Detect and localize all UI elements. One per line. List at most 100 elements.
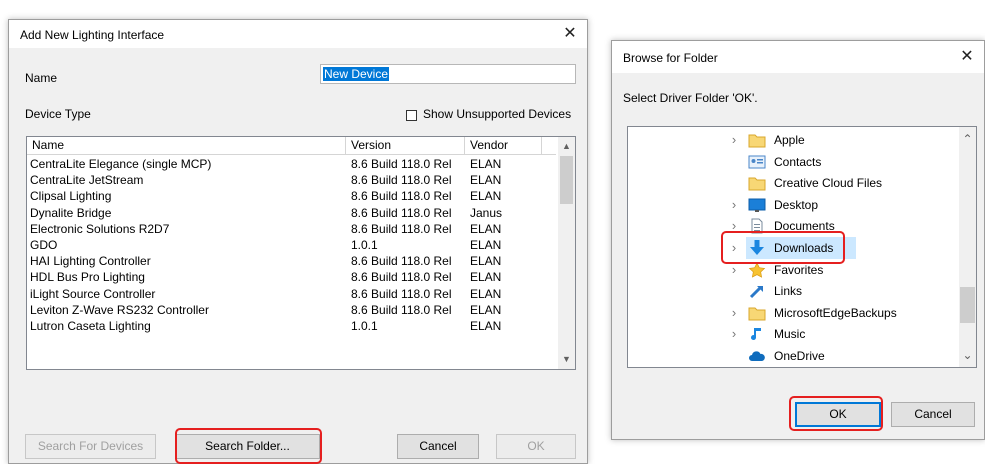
table-row[interactable]: Lutron Caseta Lighting 1.0.1 ELAN <box>27 318 556 334</box>
device-type-label: Device Type <box>25 107 91 121</box>
chevron-right-icon[interactable]: › <box>728 323 740 345</box>
row-version: 8.6 Build 118.0 Rel <box>351 221 452 236</box>
chevron-right-icon[interactable]: › <box>728 129 740 151</box>
row-version: 8.6 Build 118.0 Rel <box>351 254 452 269</box>
row-vendor: ELAN <box>470 238 502 252</box>
tree-item-label: Apple <box>774 133 805 147</box>
name-label: Name <box>25 71 58 85</box>
scroll-thumb[interactable] <box>960 287 975 323</box>
table-row[interactable]: iLight Source Controller 8.6 Build 118.0 … <box>27 286 556 302</box>
row-name: Lutron Caseta Lighting <box>30 319 151 333</box>
row-version: 1.0.1 <box>351 319 378 333</box>
scroll-up-icon[interactable]: ▲ <box>558 138 575 155</box>
row-vendor: ELAN <box>470 286 502 301</box>
tree-item-creative-cloud-files[interactable]: Creative Cloud Files <box>628 172 958 194</box>
row-vendor: ELAN <box>470 157 502 171</box>
cloud-icon <box>748 348 766 364</box>
row-version: 8.6 Build 118.0 Rel <box>351 302 452 317</box>
chevron-right-icon[interactable]: › <box>728 194 740 216</box>
row-vendor: ELAN <box>470 254 502 269</box>
row-version: 8.6 Build 118.0 Rel <box>351 173 452 188</box>
title-bar: Add New Lighting Interface ✕ <box>9 20 587 48</box>
row-name: HAI Lighting Controller <box>30 254 151 269</box>
browse-for-folder-dialog: Browse for Folder ✕ Select Driver Folder… <box>611 40 985 440</box>
music-icon <box>748 326 766 342</box>
table-row[interactable]: Clipsal Lighting 8.6 Build 118.0 Rel ELAN <box>27 188 556 204</box>
search-folder-highlight <box>175 428 322 464</box>
list-scrollbar[interactable]: ▲ ▼ <box>558 137 575 369</box>
search-for-devices-button[interactable]: Search For Devices <box>25 434 156 459</box>
column-header-vendor[interactable]: Vendor <box>465 137 542 154</box>
device-type-list[interactable]: Name Version Vendor CentraLite Elegance … <box>26 136 576 370</box>
table-row[interactable]: HDL Bus Pro Lighting 8.6 Build 118.0 Rel E… <box>27 269 556 285</box>
row-vendor: ELAN <box>470 302 502 317</box>
row-vendor: ELAN <box>470 221 502 236</box>
row-name: Leviton Z-Wave RS232 Controller <box>30 302 209 317</box>
ok-highlight <box>789 396 883 431</box>
folder-icon <box>748 175 766 191</box>
chevron-right-icon[interactable]: › <box>728 302 740 324</box>
table-row[interactable]: Electronic Solutions R2D7 8.6 Build 118.0… <box>27 221 556 237</box>
tree-item-label: Creative Cloud Files <box>774 176 883 191</box>
tree-item-music[interactable]: › Music <box>628 323 958 345</box>
row-name: iLight Source Controller <box>30 286 156 301</box>
cancel-button[interactable]: Cancel <box>891 402 975 427</box>
row-name: Clipsal Lighting <box>30 189 112 204</box>
table-row[interactable]: HAI Lighting Controller 8.6 Build 118.0 R… <box>27 253 556 269</box>
table-row[interactable]: Leviton Z-Wave RS232 Controller 8.6 Build… <box>27 302 556 318</box>
links-icon <box>748 283 766 299</box>
ok-button[interactable]: OK <box>496 434 576 459</box>
tree-item-desktop[interactable]: › Desktop <box>628 194 958 216</box>
show-unsupported-label: Show Unsupported Devices <box>423 107 572 121</box>
name-input-value: New Device <box>323 67 390 81</box>
cancel-button[interactable]: Cancel <box>397 434 479 459</box>
scroll-down-icon[interactable]: ⌄ <box>959 347 976 364</box>
dialog-title: Add New Lighting Interface <box>20 28 165 42</box>
tree-item-label: Music <box>774 327 806 342</box>
tree-item-onedrive[interactable]: OneDrive <box>628 345 958 367</box>
row-vendor: ELAN <box>470 319 502 333</box>
row-version: 8.6 Build 118.0 Rel <box>351 157 452 171</box>
row-vendor: Janus <box>470 205 503 220</box>
row-version: 1.0.1 <box>351 238 378 252</box>
row-vendor: ELAN <box>470 189 502 204</box>
scroll-thumb[interactable] <box>560 156 573 204</box>
tree-item-label: MicrosoftEdgeBackups <box>774 305 897 320</box>
scroll-down-icon[interactable]: ▼ <box>558 351 575 368</box>
row-vendor: ELAN <box>470 173 502 188</box>
tree-scrollbar[interactable]: ⌃ ⌄ <box>959 127 976 367</box>
row-name: CentraLite Elegance (single MCP) <box>30 157 212 171</box>
close-icon[interactable]: ✕ <box>557 22 583 46</box>
list-header: Name Version Vendor <box>27 137 556 155</box>
desktop-icon <box>748 197 766 213</box>
title-bar: Browse for Folder ✕ <box>612 41 984 73</box>
row-vendor: ELAN <box>470 270 502 285</box>
column-header-version[interactable]: Version <box>346 137 465 154</box>
table-row[interactable]: GDO 1.0.1 ELAN <box>27 237 556 253</box>
row-name: CentraLite JetStream <box>30 173 144 188</box>
scroll-up-icon[interactable]: ⌃ <box>959 131 976 148</box>
contacts-icon <box>748 154 766 170</box>
tree-item-apple[interactable]: › Apple <box>628 129 958 151</box>
row-version: 8.6 Build 118.0 Rel <box>351 205 452 220</box>
downloads-highlight <box>721 231 845 264</box>
folder-icon <box>748 132 766 148</box>
tree-item-label: Contacts <box>774 154 822 169</box>
row-version: 8.6 Build 118.0 Rel <box>351 189 452 204</box>
instruction-text: Select Driver Folder 'OK'. <box>623 91 758 105</box>
row-version: 8.6 Build 118.0 Rel <box>351 270 452 285</box>
tree-item-microsoftedgebackups[interactable]: › MicrosoftEdgeBackups <box>628 302 958 324</box>
dialog-title: Browse for Folder <box>623 51 718 65</box>
table-row[interactable]: CentraLite JetStream 8.6 Build 118.0 Rel E… <box>27 172 556 188</box>
table-row[interactable]: CentraLite Elegance (single MCP) 8.6 Buil… <box>27 156 556 172</box>
show-unsupported-checkbox[interactable] <box>406 110 417 124</box>
table-row[interactable]: Dynalite Bridge 8.6 Build 118.0 Rel Janus <box>27 205 556 221</box>
tree-item-links[interactable]: Links <box>628 280 958 302</box>
row-name: Electronic Solutions R2D7 <box>30 221 170 236</box>
row-name: HDL Bus Pro Lighting <box>30 270 145 285</box>
name-input[interactable]: New Device <box>320 64 576 84</box>
tree-item-contacts[interactable]: Contacts <box>628 151 958 173</box>
close-icon[interactable]: ✕ <box>954 45 980 69</box>
column-header-name[interactable]: Name <box>27 137 346 154</box>
row-name: GDO <box>30 238 58 252</box>
